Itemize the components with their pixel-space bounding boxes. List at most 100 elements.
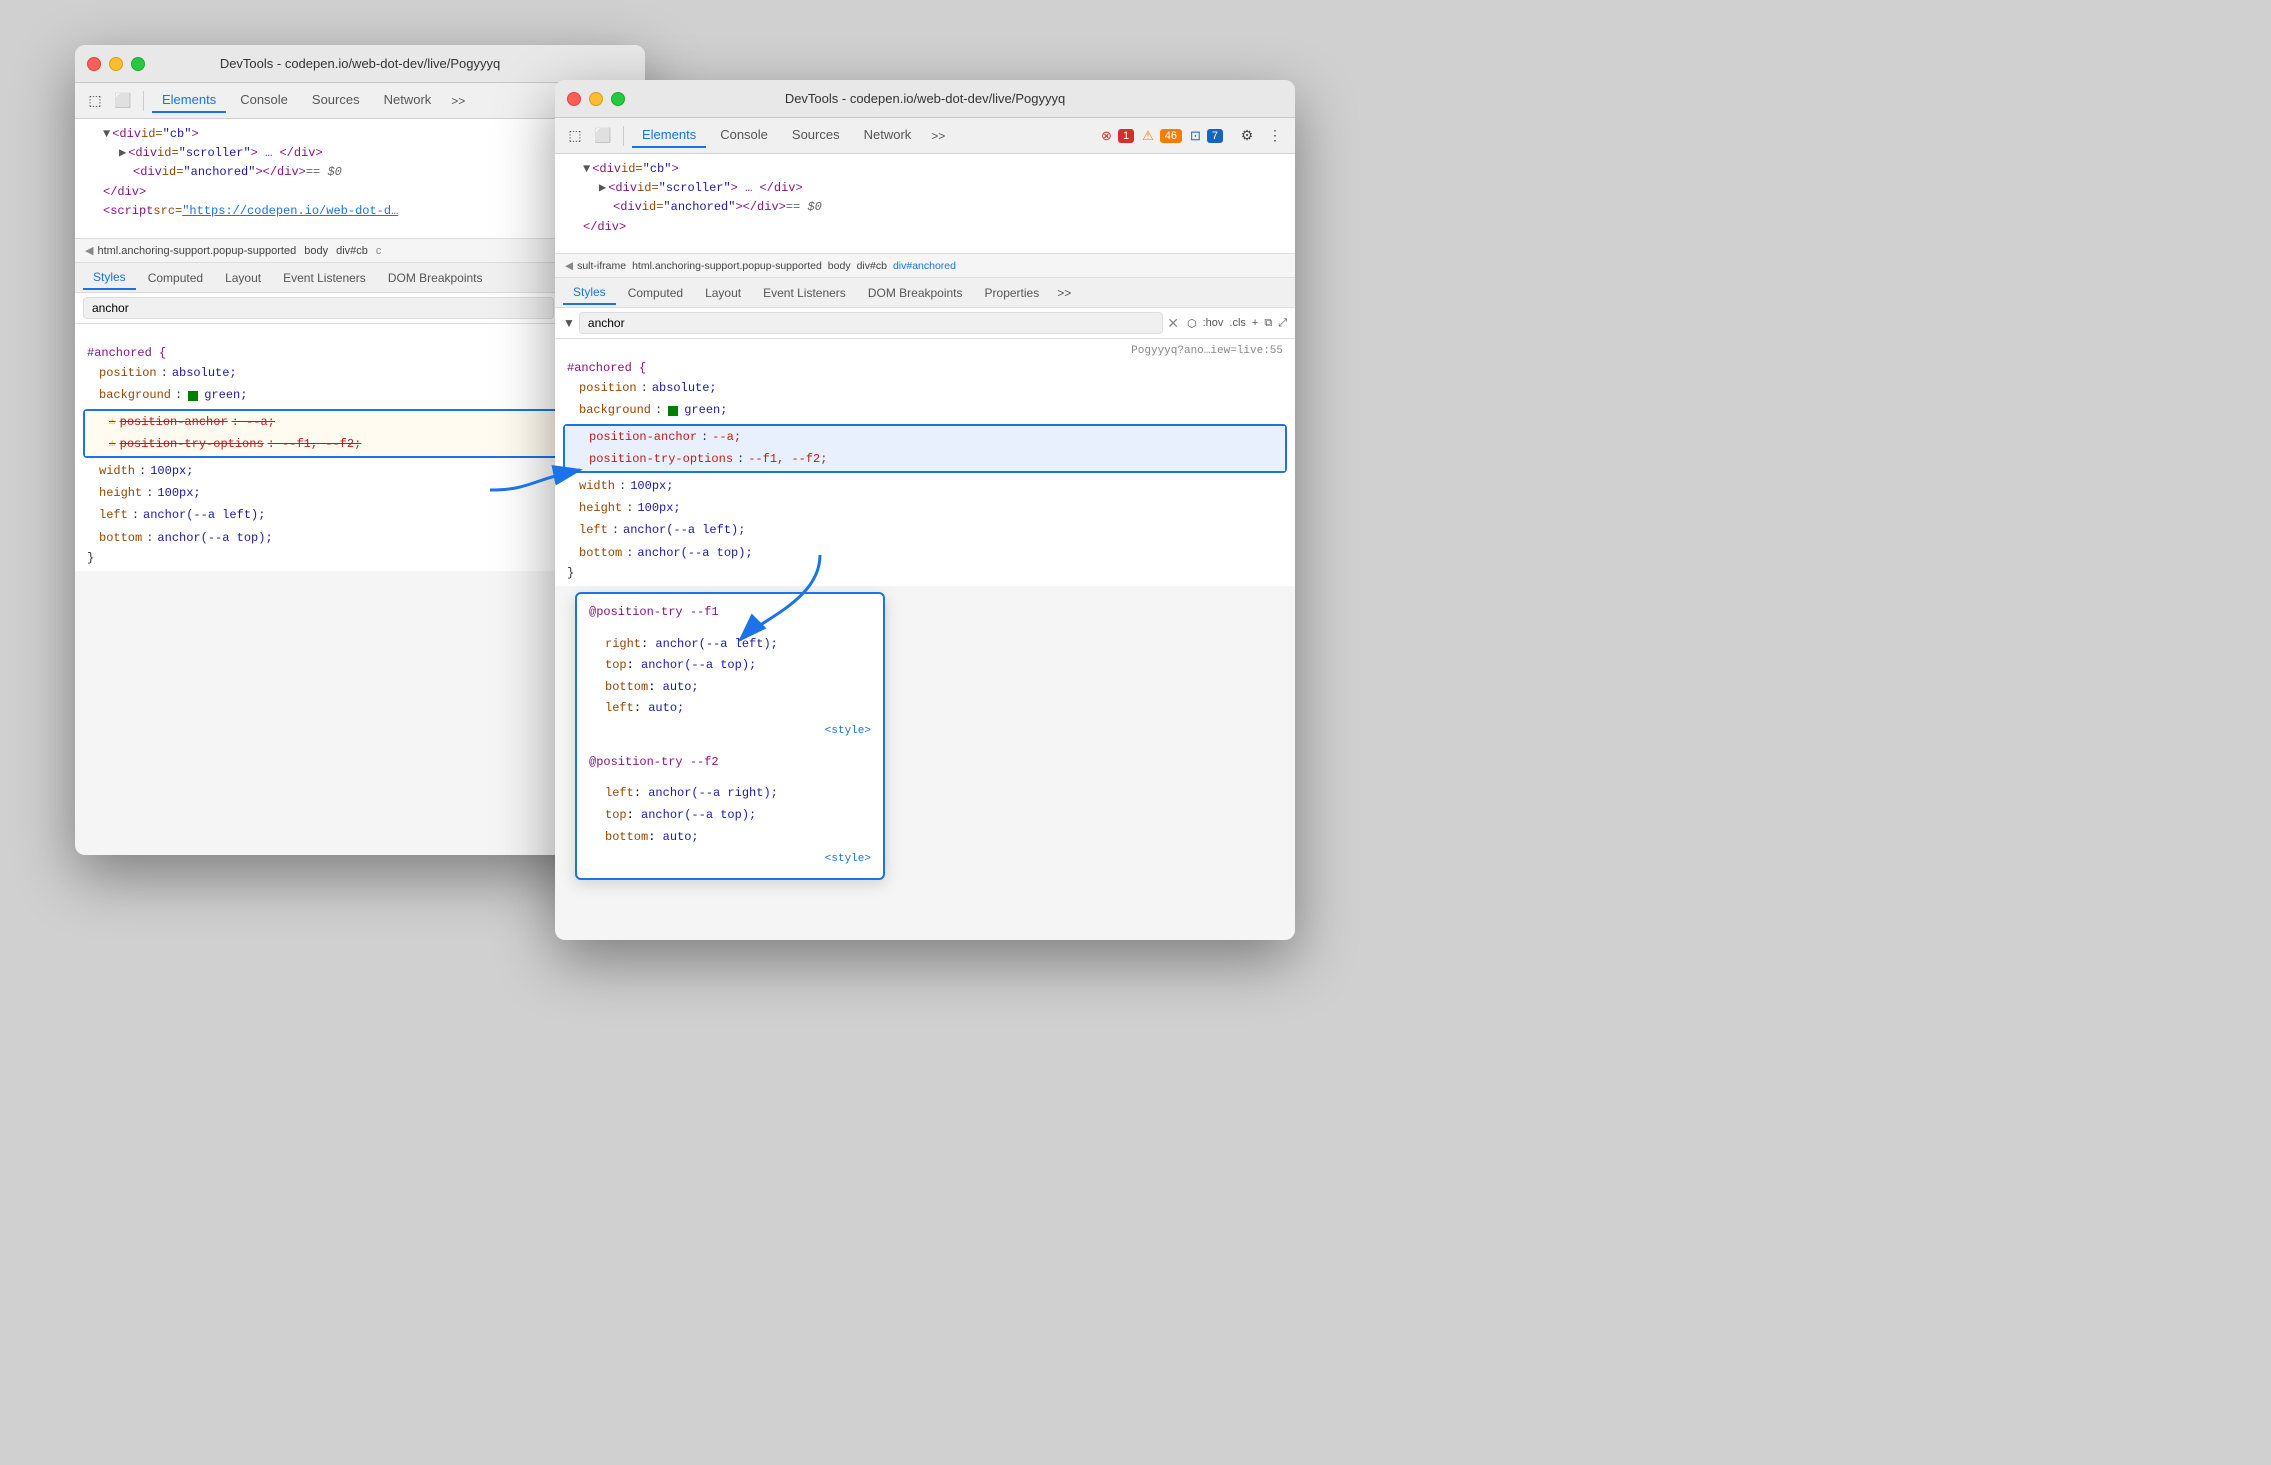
breadcrumb-2: ◀ sult-iframe html.anchoring-support.pop…	[555, 254, 1295, 278]
expand-arrow-2-1[interactable]: ▼	[583, 160, 590, 179]
devtools-toolbar-2: ⬚ ⬜ Elements Console Sources Network >> …	[555, 118, 1295, 154]
css-val-pos-anchor-2: --a;	[712, 427, 741, 447]
html-val-scroller: "scroller"	[179, 144, 251, 163]
html-tag-div-cb: <div	[112, 125, 141, 144]
bc2-html[interactable]: html.anchoring-support.popup-supported	[632, 260, 822, 272]
css-brace-close-2: }	[567, 566, 574, 580]
css-selector-2: #anchored {	[555, 359, 1295, 377]
inspect-icon[interactable]: ⬚	[83, 89, 107, 113]
tab-console-1[interactable]: Console	[230, 88, 298, 113]
settings-icon[interactable]: ⚙	[1235, 124, 1259, 148]
subtab-breakpoints-1[interactable]: DOM Breakpoints	[378, 267, 493, 289]
subtab-breakpoints-2[interactable]: DOM Breakpoints	[858, 282, 973, 304]
css-val-left-1: anchor(--a left);	[143, 505, 265, 525]
html-line-2-4: </div>	[563, 218, 1287, 237]
html-line-2-1: ▼ <div id= "cb" >	[563, 160, 1287, 179]
pp-right-prop: right	[605, 637, 641, 651]
pp2-bottom-val: auto;	[663, 830, 699, 844]
subtab-computed-1[interactable]: Computed	[138, 267, 213, 289]
plus-icon-2[interactable]: +	[1252, 317, 1258, 330]
subtab-layout-2[interactable]: Layout	[695, 282, 751, 304]
popup-f1-right: right: anchor(--a left);	[605, 634, 871, 656]
css-prop-width-1: width	[99, 461, 135, 481]
css-selector-text-1: #anchored {	[87, 346, 166, 360]
cls-label-2[interactable]: .cls	[1229, 317, 1246, 330]
search-input-2[interactable]	[579, 312, 1163, 334]
bc2-left-arrow[interactable]: ◀	[565, 260, 573, 272]
more-tabs-1[interactable]: >>	[445, 94, 471, 108]
tab-elements-1[interactable]: Elements	[152, 88, 226, 113]
color-swatch-2	[668, 406, 678, 416]
more-options-icon[interactable]: ⋮	[1263, 124, 1287, 148]
bc-body[interactable]: body	[304, 245, 328, 257]
device-icon[interactable]: ⬜	[111, 89, 135, 113]
minimize-button-2[interactable]	[589, 92, 603, 106]
tab-elements-2[interactable]: Elements	[632, 123, 706, 148]
expand-arrow-1[interactable]: ▼	[103, 125, 110, 144]
tab-network-2[interactable]: Network	[854, 123, 922, 148]
close-button-2[interactable]	[567, 92, 581, 106]
tab-console-2[interactable]: Console	[710, 123, 778, 148]
warning-badge: 46	[1160, 129, 1182, 143]
pp2-bottom-prop: bottom	[605, 830, 648, 844]
css-prop-position-1: position	[99, 363, 157, 383]
popup-f1-source: <style>	[589, 722, 871, 742]
css-val-pos-try-1: : --f1, --f2;	[268, 434, 362, 454]
pp-left-prop: left	[605, 701, 634, 715]
popup-f2-top: top: anchor(--a top);	[605, 805, 871, 827]
maximize-button-2[interactable]	[611, 92, 625, 106]
css-prop-bottom-1: bottom	[99, 528, 142, 548]
error-icon: ⊗	[1101, 128, 1112, 144]
window-title-2: DevTools - codepen.io/web-dot-dev/live/P…	[785, 91, 1065, 106]
subtab-styles-2[interactable]: Styles	[563, 281, 616, 305]
bc-left-arrow[interactable]: ◀	[85, 244, 93, 257]
pp-right-val: anchor(--a left);	[655, 637, 777, 651]
tab-sources-1[interactable]: Sources	[302, 88, 370, 113]
hov-label-2[interactable]: :hov	[1203, 317, 1224, 330]
html-special-dollar: == $0	[306, 163, 342, 182]
subtab-listeners-2[interactable]: Event Listeners	[753, 282, 856, 304]
bc-html[interactable]: html.anchoring-support.popup-supported	[97, 245, 296, 257]
bc-more[interactable]: c	[376, 245, 382, 257]
popup-f2-source: <style>	[589, 850, 871, 870]
copy-icon-2[interactable]: ⧉	[1264, 317, 1272, 330]
css-val-bg-1: green;	[204, 385, 247, 405]
expand-arrow-2[interactable]: ▶	[119, 144, 126, 163]
subtab-properties-2[interactable]: Properties	[975, 282, 1050, 304]
html-tag-2-close-scroller: > … </div>	[731, 179, 803, 198]
expand-arrow-2-2[interactable]: ▶	[599, 179, 606, 198]
bc-divcb[interactable]: div#cb	[336, 245, 368, 257]
more-tabs-2[interactable]: >>	[925, 129, 951, 143]
highlight-box-2: position-anchor : --a; position-try-opti…	[563, 424, 1287, 473]
pp-top-val: anchor(--a top);	[641, 658, 756, 672]
tab-sources-2[interactable]: Sources	[782, 123, 850, 148]
subtab-styles-1[interactable]: Styles	[83, 266, 136, 290]
bc2-iframe[interactable]: sult-iframe	[577, 260, 626, 272]
dot-icon-2: ⬡	[1187, 317, 1197, 330]
subtab-computed-2[interactable]: Computed	[618, 282, 693, 304]
search-clear-2[interactable]: ✕	[1167, 315, 1179, 332]
html-line-5: <script src= "https://codepen.io/web-dot…	[83, 202, 637, 221]
css-pos-anchor-1-warn: ⚠ position-anchor : --a;	[85, 411, 635, 433]
expand-icon-2[interactable]: ⤢	[1278, 317, 1287, 330]
maximize-button-1[interactable]	[131, 57, 145, 71]
minimize-button-1[interactable]	[109, 57, 123, 71]
subtab-layout-1[interactable]: Layout	[215, 267, 271, 289]
close-button-1[interactable]	[87, 57, 101, 71]
inspect-icon-2[interactable]: ⬚	[563, 124, 587, 148]
divider-2	[623, 126, 624, 146]
css-width-2: width: 100px;	[555, 475, 1295, 497]
css-pos-try-1-warn: ⚠ position-try-options : --f1, --f2;	[85, 433, 635, 455]
tab-network-1[interactable]: Network	[374, 88, 442, 113]
pp2-top-prop: top	[605, 808, 627, 822]
bc2-body[interactable]: body	[828, 260, 851, 272]
subtab-more-2[interactable]: >>	[1051, 286, 1077, 300]
device-icon-2[interactable]: ⬜	[591, 124, 615, 148]
subtab-listeners-1[interactable]: Event Listeners	[273, 267, 376, 289]
css-val-height-1: 100px;	[157, 483, 200, 503]
bc2-anchored[interactable]: div#anchored	[893, 260, 956, 272]
search-input-1[interactable]	[83, 297, 554, 319]
html-tag-script: <script	[103, 202, 153, 221]
bc2-divcb[interactable]: div#cb	[857, 260, 887, 272]
html-tag-scroller: <div	[128, 144, 157, 163]
